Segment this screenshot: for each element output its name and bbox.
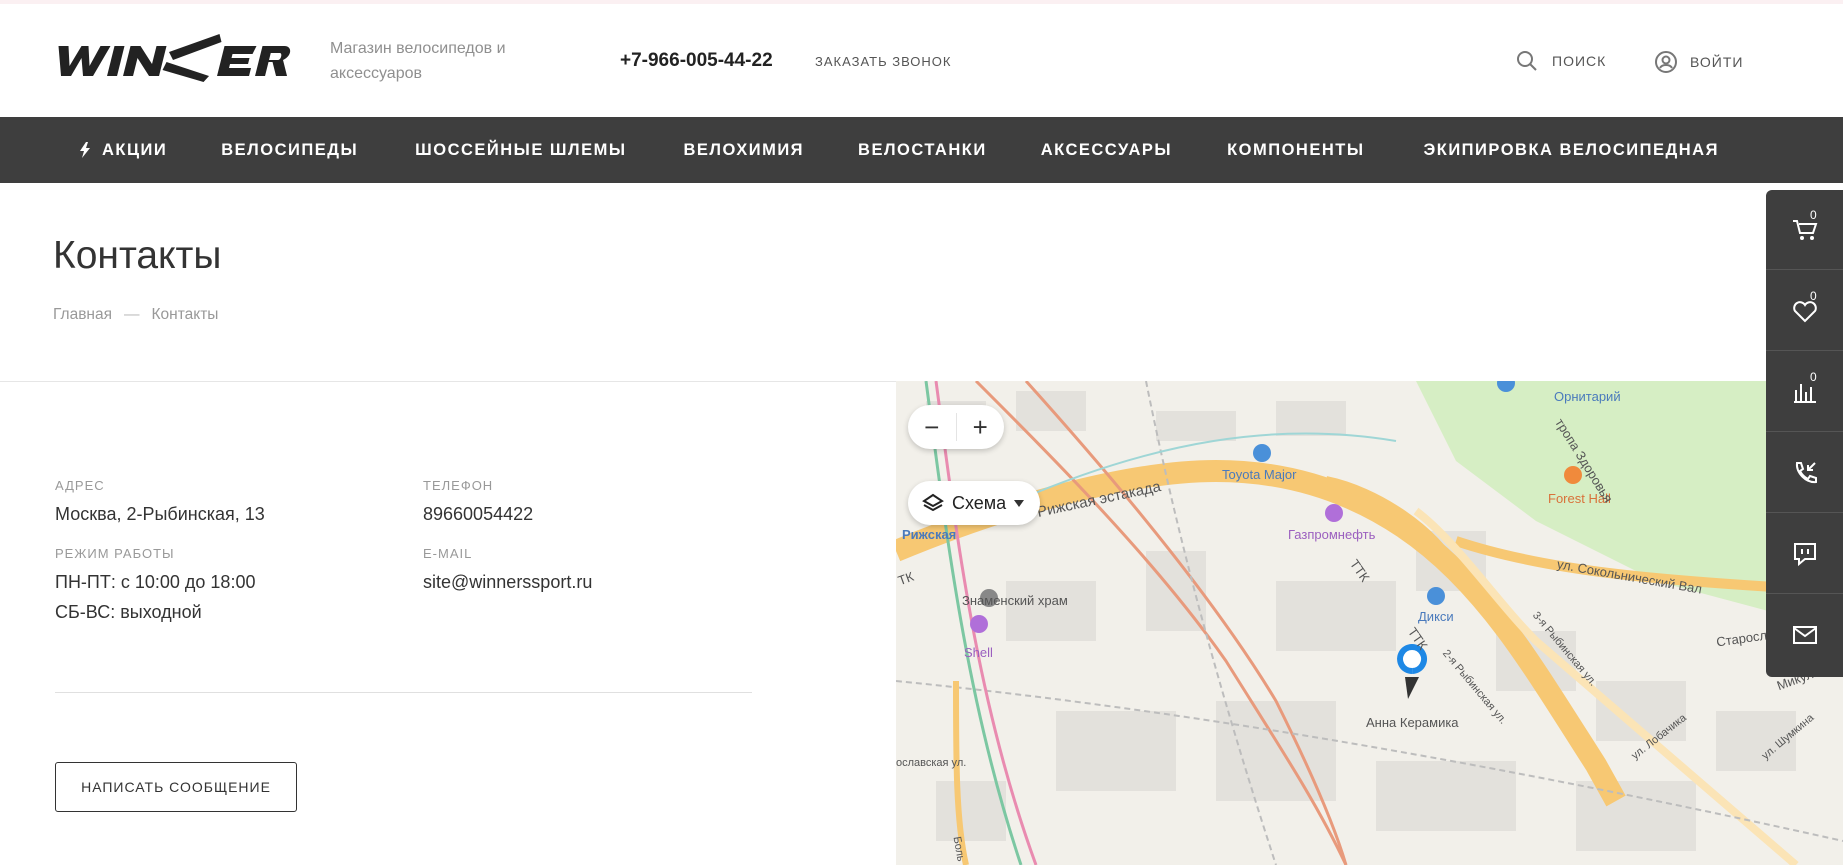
hours-label: РЕЖИМ РАБОТЫ [55, 546, 175, 561]
email-label: E-MAIL [423, 546, 473, 561]
address-label: АДРЕС [55, 478, 105, 493]
nav-item-accessories[interactable]: АКСЕССУАРЫ [1041, 141, 1172, 160]
side-favorites-button[interactable]: 0 [1766, 271, 1843, 351]
divider [0, 381, 896, 382]
header-phone[interactable]: +7-966-005-44-22 [620, 50, 773, 72]
write-message-button[interactable]: НАПИСАТЬ СООБЩЕНИЕ [55, 762, 297, 812]
chevron-down-icon [1014, 500, 1025, 507]
header-login-button[interactable]: ВОЙТИ [1654, 50, 1743, 74]
breadcrumb-home[interactable]: Главная [53, 306, 112, 324]
map-label: Рижская [902, 527, 957, 542]
phone-block: ТЕЛЕФОН 89660054422 [423, 478, 533, 529]
map-label: Shell [964, 645, 993, 660]
phone-callback-icon [1795, 461, 1817, 483]
map-label: Анна Керамика [1366, 715, 1459, 730]
breadcrumb-current: Контакты [151, 306, 219, 323]
map-zoom-control: − + [908, 405, 1004, 449]
breadcrumb-separator: — [124, 306, 140, 323]
site-header: Магазин велосипедов и аксессуаров +7-966… [0, 4, 1843, 117]
map-label: Знаменский храм [962, 593, 1068, 608]
map-label: Дикси [1418, 609, 1454, 624]
page-title: Контакты [53, 234, 222, 277]
user-icon [1655, 51, 1677, 73]
nav-item-components[interactable]: КОМПОНЕНТЫ [1227, 141, 1364, 160]
phone-value[interactable]: 89660054422 [423, 499, 533, 529]
side-compare-button[interactable]: 0 [1766, 352, 1843, 432]
side-mail-button[interactable] [1766, 595, 1843, 675]
compare-count: 0 [1810, 370, 1817, 384]
main-nav: АКЦИИ ВЕЛОСИПЕДЫ ШОССЕЙНЫЕ ШЛЕМЫ ВЕЛОХИМ… [0, 117, 1843, 183]
nav-item-label: АКЦИИ [102, 140, 168, 159]
winner-logo-icon [58, 34, 291, 82]
header-search-button[interactable]: ПОИСК [1516, 50, 1606, 72]
side-cart-button[interactable]: 0 [1766, 190, 1843, 270]
side-toolbar: 0 0 0 [1766, 190, 1843, 677]
cart-count: 0 [1810, 208, 1817, 222]
map-canvas [896, 381, 1843, 865]
map-label: ославская ул. [896, 757, 967, 769]
divider [55, 692, 752, 693]
breadcrumb: Главная — Контакты [53, 306, 218, 324]
side-chat-button[interactable] [1766, 514, 1843, 594]
callback-link[interactable]: ЗАКАЗАТЬ ЗВОНОК [815, 54, 952, 69]
chat-icon [1793, 542, 1816, 566]
logo[interactable] [52, 32, 292, 82]
layer-label: Схема [952, 492, 1007, 513]
hours-block: РЕЖИМ РАБОТЫ ПН-ПТ: с 10:00 до 18:00 СБ-… [55, 546, 255, 627]
zoom-out-button[interactable]: − [908, 405, 956, 449]
nav-item-chemistry[interactable]: ВЕЛОХИМИЯ [684, 141, 805, 160]
map[interactable]: Орнитарий Toyota Major Рижская эстакада … [896, 381, 1843, 865]
store-tagline: Магазин велосипедов и аксессуаров [330, 40, 506, 82]
layers-icon [922, 493, 944, 512]
login-label: ВОЙТИ [1690, 54, 1744, 70]
hours-weekend: СБ-ВС: выходной [55, 602, 202, 622]
phone-label: ТЕЛЕФОН [423, 478, 494, 493]
map-label: Toyota Major [1222, 467, 1297, 482]
search-icon [1517, 51, 1537, 71]
favorites-count: 0 [1810, 289, 1817, 303]
zoom-in-button[interactable]: + [957, 405, 1005, 449]
nav-item-sales[interactable]: АКЦИИ [78, 141, 167, 160]
email-value[interactable]: site@winnerssport.ru [423, 567, 592, 597]
side-callback-button[interactable] [1766, 433, 1843, 513]
search-label: ПОИСК [1552, 53, 1607, 69]
nav-item-bikes[interactable]: ВЕЛОСИПЕДЫ [221, 141, 358, 160]
mail-icon [1792, 626, 1817, 644]
nav-item-stands[interactable]: ВЕЛОСТАНКИ [858, 141, 987, 160]
hours-weekdays: ПН-ПТ: с 10:00 до 18:00 [55, 572, 256, 592]
nav-item-equipment[interactable]: ЭКИПИРОВКА ВЕЛОСИПЕДНАЯ [1424, 141, 1719, 160]
email-block: E-MAIL site@winnerssport.ru [423, 546, 592, 597]
map-label: Орнитарий [1554, 389, 1621, 404]
address-block: АДРЕС Москва, 2-Рыбинская, 13 [55, 478, 265, 529]
nav-item-helmets[interactable]: ШОССЕЙНЫЕ ШЛЕМЫ [415, 141, 626, 160]
map-layer-select[interactable]: Схема [908, 481, 1040, 525]
address-value: Москва, 2-Рыбинская, 13 [55, 504, 265, 524]
lightning-icon [80, 142, 90, 158]
map-label: Газпромнефть [1288, 527, 1376, 542]
